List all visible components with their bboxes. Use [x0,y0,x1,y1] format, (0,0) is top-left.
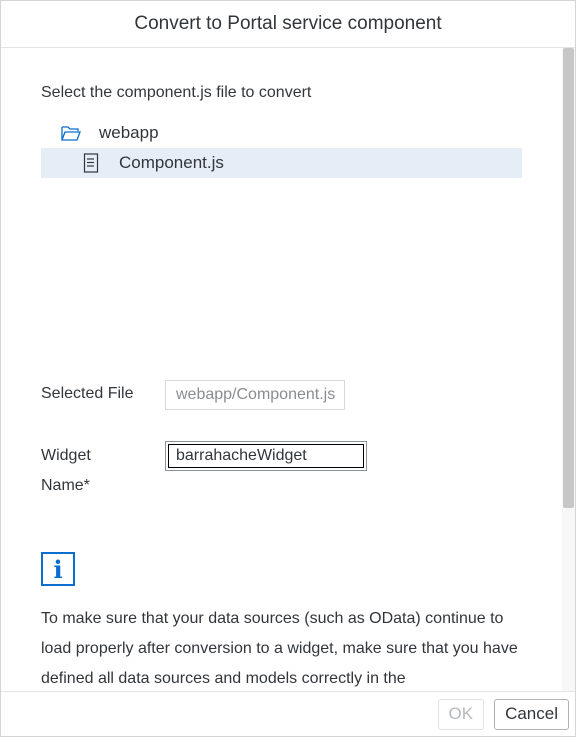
document-icon [81,153,101,173]
tree-node-label: Component.js [119,153,224,172]
selected-file-row: Selected File webapp/Component.js [41,380,345,410]
widget-name-row: Widget Name* [41,441,367,501]
cancel-button[interactable]: Cancel [494,698,569,730]
tree-node-label: webapp [99,123,159,142]
widget-name-label-line1: Widget [41,447,91,464]
dialog-content: Select the component.js file to convert … [1,48,561,691]
widget-name-label: Widget Name* [41,441,165,501]
scrollbar-thumb[interactable] [563,48,574,508]
selected-file-label: Selected File [41,385,134,402]
dialog-header: Convert to Portal service component [1,1,575,48]
vertical-scrollbar[interactable] [562,48,575,691]
tree-node-component-js[interactable]: Component.js [41,148,522,178]
info-text: To make sure that your data sources (suc… [41,610,518,687]
selected-file-field: webapp/Component.js [165,380,345,410]
info-icon: i [41,552,75,586]
convert-dialog: Convert to Portal service component Sele… [0,0,576,737]
dialog-title: Convert to Portal service component [134,13,442,34]
widget-name-input[interactable] [165,441,367,471]
tree-node-webapp[interactable]: webapp [41,118,522,148]
folder-open-icon [61,123,81,143]
instruction-text: Select the component.js file to convert [41,84,312,101]
ok-button[interactable]: OK [437,698,485,730]
widget-name-label-line2: Name* [41,477,90,494]
file-tree: webapp Component.js [41,118,522,178]
dialog-footer: OK Cancel [1,691,575,736]
